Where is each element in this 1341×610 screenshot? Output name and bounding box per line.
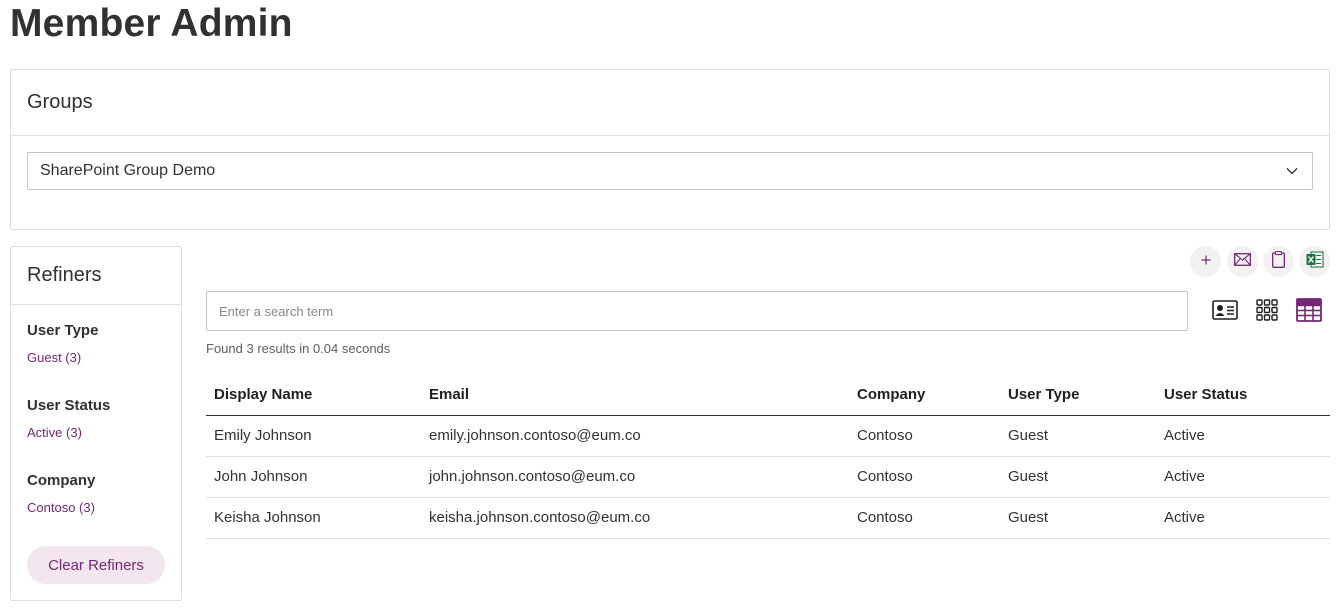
cell-user-status: Active xyxy=(1156,497,1330,539)
chevron-down-icon xyxy=(1284,163,1300,179)
column-header-company[interactable]: Company xyxy=(849,374,1000,416)
grid-icon xyxy=(1256,298,1278,326)
groups-card: Groups SharePoint Group Demo xyxy=(10,69,1330,230)
grid-view-button[interactable] xyxy=(1252,297,1282,327)
members-table: Display Name Email Company User Type Use… xyxy=(206,374,1330,539)
plus-icon xyxy=(1200,253,1212,271)
refiners-panel: Refiners User Type Guest (3) User Status… xyxy=(10,246,182,601)
export-excel-button[interactable] xyxy=(1299,246,1330,277)
search-input[interactable] xyxy=(206,291,1188,331)
refiners-header: Refiners xyxy=(11,247,181,305)
column-header-user-status[interactable]: User Status xyxy=(1156,374,1330,416)
column-header-display-name[interactable]: Display Name xyxy=(206,374,421,416)
refiner-company: Company Contoso (3) xyxy=(27,472,95,515)
contact-card-view-button[interactable] xyxy=(1210,297,1240,327)
refiner-heading: User Type xyxy=(27,322,99,339)
table-row[interactable]: John Johnson john.johnson.contoso@eum.co… xyxy=(206,456,1330,498)
mail-icon xyxy=(1234,252,1251,271)
table-row[interactable]: Keisha Johnson keisha.johnson.contoso@eu… xyxy=(206,497,1330,539)
results-summary: Found 3 results in 0.04 seconds xyxy=(206,341,391,356)
groups-header: Groups xyxy=(11,70,1329,136)
table-icon xyxy=(1296,297,1322,327)
cell-display-name: Emily Johnson xyxy=(206,415,421,457)
email-button[interactable] xyxy=(1227,246,1258,277)
cell-user-type: Guest xyxy=(1000,415,1156,457)
cell-company: Contoso xyxy=(849,497,1000,539)
copy-button[interactable] xyxy=(1263,246,1294,277)
cell-user-status: Active xyxy=(1156,456,1330,498)
refiner-user-status: User Status Active (3) xyxy=(27,397,110,440)
clear-refiners-button[interactable]: Clear Refiners xyxy=(27,546,165,584)
cell-display-name: John Johnson xyxy=(206,456,421,498)
cell-user-type: Guest xyxy=(1000,497,1156,539)
table-header-row: Display Name Email Company User Type Use… xyxy=(206,374,1330,416)
refiner-heading: Company xyxy=(27,472,96,489)
cell-email: john.johnson.contoso@eum.co xyxy=(421,456,849,498)
cell-email: emily.johnson.contoso@eum.co xyxy=(421,415,849,457)
refiner-item-contoso[interactable]: Contoso (3) xyxy=(27,500,95,515)
contact-card-icon xyxy=(1212,299,1238,325)
cell-user-type: Guest xyxy=(1000,456,1156,498)
cell-company: Contoso xyxy=(849,456,1000,498)
column-header-email[interactable]: Email xyxy=(421,374,849,416)
page-title: Member Admin xyxy=(10,2,293,45)
refiner-item-active[interactable]: Active (3) xyxy=(27,425,110,440)
cell-user-status: Active xyxy=(1156,415,1330,457)
column-header-user-type[interactable]: User Type xyxy=(1000,374,1156,416)
cell-email: keisha.johnson.contoso@eum.co xyxy=(421,497,849,539)
groups-title: Groups xyxy=(27,91,93,113)
group-dropdown[interactable]: SharePoint Group Demo xyxy=(27,152,1313,190)
refiner-heading: User Status xyxy=(27,397,111,414)
cell-company: Contoso xyxy=(849,415,1000,457)
table-view-button[interactable] xyxy=(1294,297,1324,327)
group-dropdown-value: SharePoint Group Demo xyxy=(40,162,216,179)
cell-display-name: Keisha Johnson xyxy=(206,497,421,539)
table-row[interactable]: Emily Johnson emily.johnson.contoso@eum.… xyxy=(206,415,1330,457)
refiner-item-guest[interactable]: Guest (3) xyxy=(27,350,98,365)
clipboard-icon xyxy=(1272,250,1285,273)
refiner-user-type: User Type Guest (3) xyxy=(27,322,98,365)
refiners-title: Refiners xyxy=(27,264,102,286)
add-member-button[interactable] xyxy=(1190,246,1221,277)
excel-icon xyxy=(1306,250,1324,273)
